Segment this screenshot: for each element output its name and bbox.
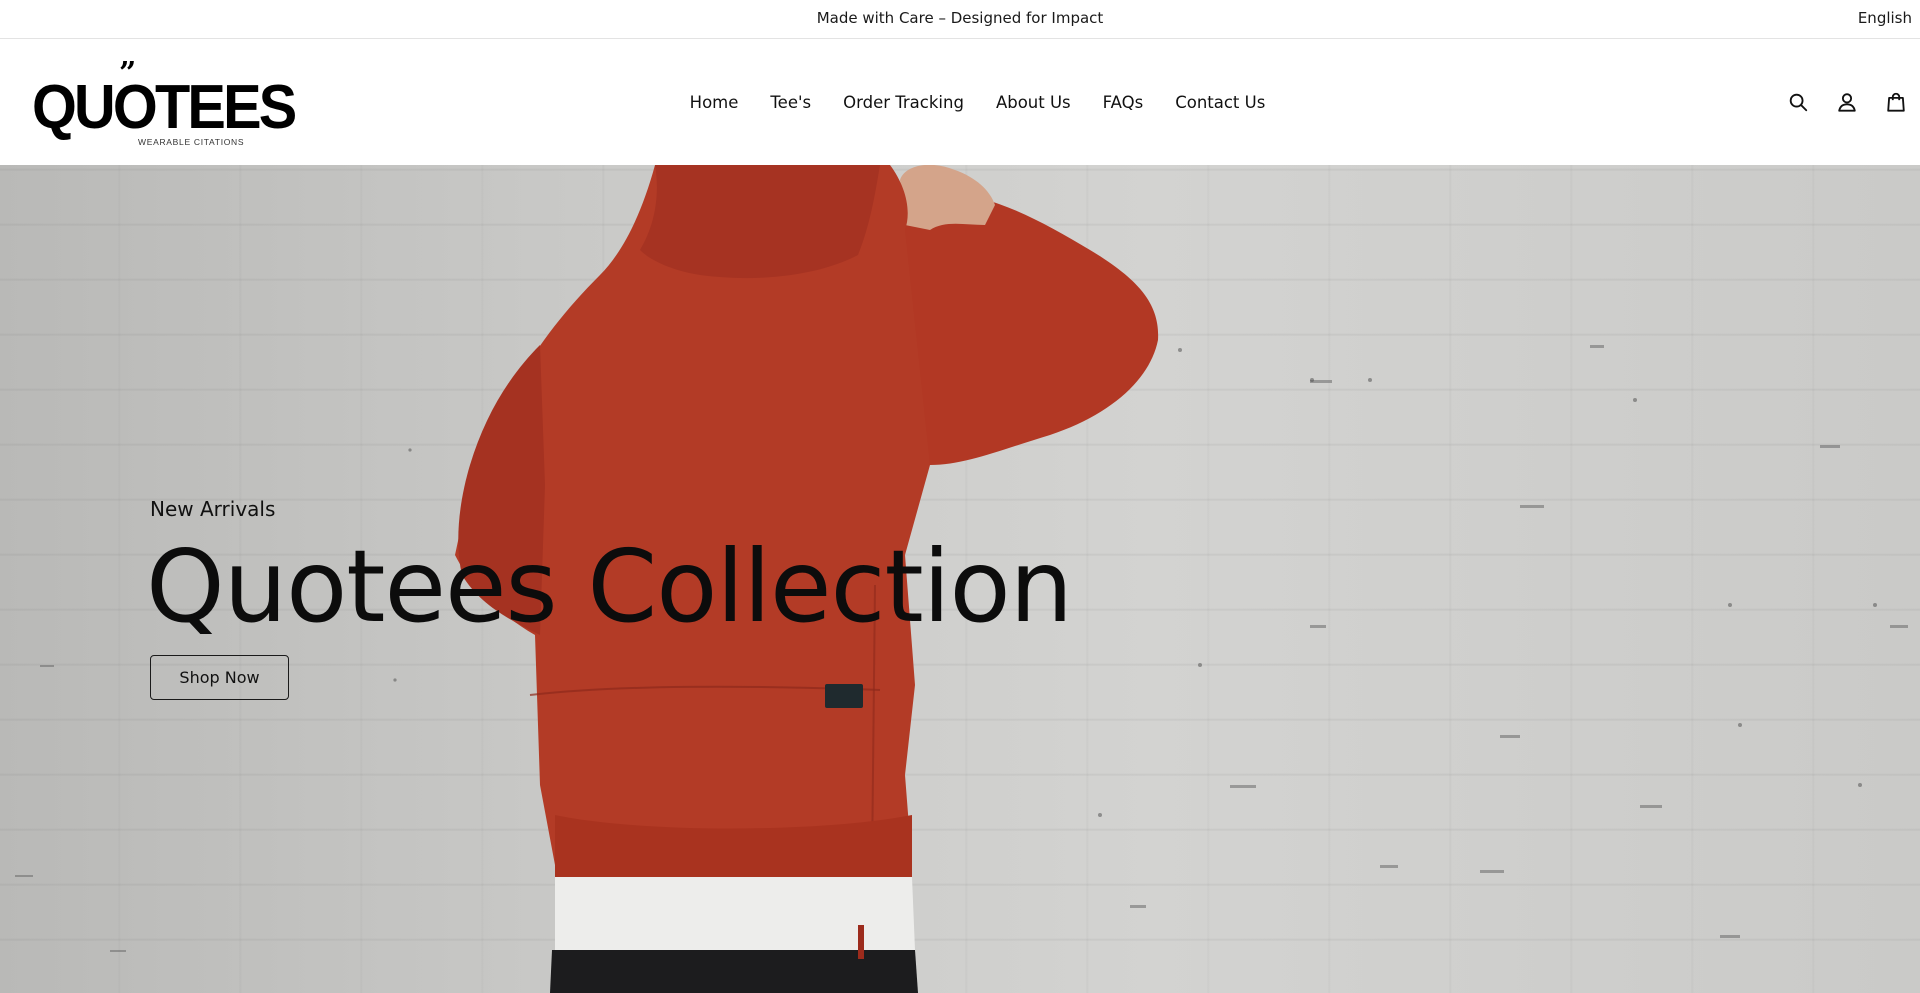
header-icons	[1761, 39, 1920, 165]
announcement-bar: Made with Care – Designed for Impact Eng…	[0, 0, 1920, 39]
account-icon[interactable]	[1835, 90, 1859, 114]
site-header: ” QUOTEES WEARABLE CITATIONS Home Tee's …	[0, 39, 1920, 165]
nav-item-order-tracking[interactable]: Order Tracking	[843, 93, 964, 112]
hero-banner: New Arrivals Quotees Collection Shop Now	[0, 165, 1920, 993]
cart-icon[interactable]	[1884, 90, 1908, 114]
nav-item-home[interactable]: Home	[690, 93, 739, 112]
brand-logo[interactable]: ” QUOTEES WEARABLE CITATIONS	[32, 59, 297, 151]
nav-item-about-us[interactable]: About Us	[996, 93, 1071, 112]
nav-item-contact-us[interactable]: Contact Us	[1175, 93, 1265, 112]
logo-tagline: WEARABLE CITATIONS	[138, 137, 245, 147]
announcement-text: Made with Care – Designed for Impact	[816, 9, 1104, 27]
shop-now-button[interactable]: Shop Now	[150, 655, 289, 700]
language-selector[interactable]: English	[1858, 0, 1912, 36]
hero-eyebrow: New Arrivals	[150, 497, 276, 521]
nav-item-faqs[interactable]: FAQs	[1103, 93, 1144, 112]
search-icon[interactable]	[1786, 90, 1810, 114]
hero-title: Quotees Collection	[146, 528, 1073, 645]
logo-wordmark: QUOTEES	[32, 73, 297, 142]
nav-item-tees[interactable]: Tee's	[770, 93, 811, 112]
